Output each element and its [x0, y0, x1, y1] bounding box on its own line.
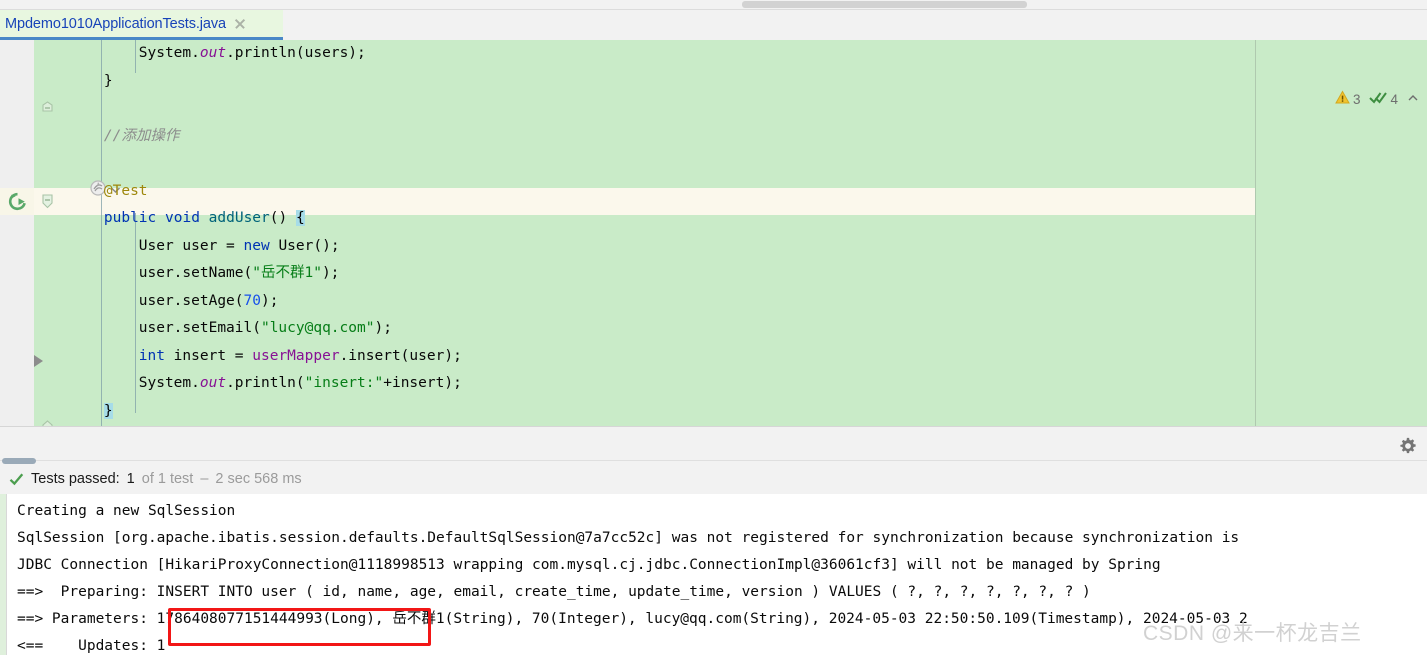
code-token: out [199, 375, 227, 391]
code-token: int [138, 347, 165, 364]
code-token: userMapper [252, 347, 340, 364]
editor-hscroll-track[interactable] [0, 460, 1427, 461]
run-panel-toolbar [0, 426, 1427, 464]
code-token: } [103, 402, 113, 419]
code-line: user.setEmail("lucy@qq.com"); [0, 315, 1427, 343]
code-token: insert = [164, 347, 253, 364]
code-line: user.setAge(70); [0, 288, 1427, 316]
console-line: JDBC Connection [HikariProxyConnection@1… [17, 557, 1161, 573]
test-duration: 2 sec 568 ms [215, 471, 302, 487]
test-separator: – [200, 471, 209, 487]
ide-window: Mpdemo1010ApplicationTests.java System.o… [0, 0, 1427, 655]
code-token: .println( [226, 375, 305, 391]
inspection-widget[interactable]: 3 4 [1335, 90, 1419, 108]
code-line: User user = new User(); [0, 233, 1427, 261]
editor-tab-bar: Mpdemo1010ApplicationTests.java [0, 10, 1427, 40]
code-token: @Test [103, 182, 148, 199]
inspection-ok-count: 4 [1390, 91, 1398, 107]
chevron-up-icon[interactable] [1407, 92, 1419, 107]
code-line: } [0, 398, 1427, 426]
code-token: user.setName( [138, 265, 253, 281]
code-token: System [138, 45, 192, 61]
code-token: User user = [138, 237, 244, 254]
code-line: public void addUser() { [0, 205, 1427, 233]
code-token: .println(users); [226, 45, 366, 61]
code-token: void [165, 210, 200, 226]
code-token: () [269, 210, 296, 226]
code-token: public [103, 210, 157, 226]
code-token: ); [321, 265, 340, 281]
code-token: "lucy@qq.com" [260, 320, 375, 336]
console-left-border [6, 494, 7, 655]
code-line: System.out.println("insert:"+insert); [0, 370, 1427, 398]
code-token: ); [374, 320, 392, 336]
code-token: "岳不群1" [252, 265, 322, 281]
code-token: +insert); [383, 375, 462, 391]
watermark: CSDN @来一杯龙吉兰 [1143, 622, 1362, 645]
code-token: System [138, 375, 192, 391]
code-token: out [199, 45, 227, 61]
code-editor[interactable]: System.out.println(users);}//添加操作 @Test pu… [0, 40, 1427, 426]
code-line: } [0, 68, 1427, 96]
top-scrollbar-thumb[interactable] [742, 1, 1027, 8]
test-status-label: Tests passed: [31, 471, 120, 487]
code-line: user.setName("岳不群1"); [0, 260, 1427, 288]
top-horizontal-scrollbar[interactable] [0, 0, 1427, 10]
console-line: SqlSession [org.apache.ibatis.session.de… [17, 530, 1240, 546]
code-token: } [103, 72, 113, 89]
editor-tab-label: Mpdemo1010ApplicationTests.java [5, 15, 226, 32]
console-line: Creating a new SqlSession [17, 503, 236, 519]
code-line: int insert = userMapper.insert(user); [0, 343, 1427, 371]
code-token: .insert(user); [339, 347, 462, 364]
close-icon[interactable] [233, 17, 247, 31]
test-pass-count: 1 [126, 471, 135, 487]
double-check-icon[interactable] [1369, 90, 1388, 108]
console-line: ==> Preparing: INSERT INTO user ( id, na… [17, 584, 1091, 600]
test-status-bar: Tests passed: 1 of 1 test – 2 sec 568 ms [0, 464, 1427, 494]
code-token: //添加操作 [103, 127, 180, 144]
code-token: new [243, 237, 270, 254]
warning-triangle-icon[interactable] [1335, 90, 1350, 108]
code-token: . [191, 375, 200, 391]
code-line: System.out.println(users); [0, 40, 1427, 68]
green-check-icon [9, 472, 24, 487]
code-token: { [295, 210, 305, 226]
code-token: "insert:" [304, 375, 384, 391]
code-line: //添加操作 [0, 123, 1427, 151]
code-token: 70 [243, 292, 261, 309]
code-token: . [191, 45, 200, 61]
editor-tab-mpdemo-application-tests[interactable]: Mpdemo1010ApplicationTests.java [0, 10, 283, 40]
code-token: user.setAge( [138, 292, 244, 309]
code-token: User(); [269, 237, 340, 254]
gear-icon[interactable] [1399, 437, 1417, 455]
code-token: user.setEmail( [138, 320, 261, 336]
code-line: @Test [0, 178, 1427, 206]
code-token: ); [260, 292, 279, 309]
test-of-text: of 1 test [141, 471, 194, 487]
code-token: addUser [208, 210, 270, 226]
warning-count: 3 [1352, 91, 1361, 107]
